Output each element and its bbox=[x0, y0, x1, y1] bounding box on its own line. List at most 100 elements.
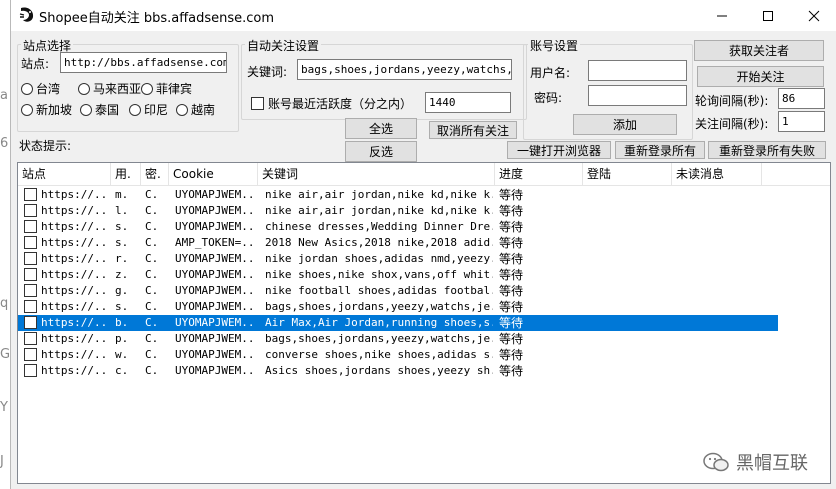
cell-pwd: C. bbox=[145, 188, 159, 201]
cell-pwd: C. bbox=[145, 316, 159, 329]
row-checkbox[interactable] bbox=[24, 364, 37, 377]
column-header-cookie[interactable]: Cookie bbox=[169, 163, 258, 186]
column-header-site[interactable]: 站点 bbox=[18, 163, 111, 186]
activity-input[interactable]: 1440 bbox=[425, 92, 511, 113]
follow-interval-input[interactable]: 1 bbox=[778, 111, 825, 132]
account-list[interactable]: 站点 用. 密. Cookie 关键词 进度 登陆 未读消息 https://.… bbox=[17, 162, 831, 484]
row-checkbox[interactable] bbox=[24, 188, 37, 201]
relogin-all-button[interactable]: 重新登录所有 bbox=[615, 141, 705, 159]
table-row[interactable]: https://... m. C. UYOMAPJWEM... nike air,air… bbox=[18, 187, 778, 203]
background-char: 6 bbox=[0, 136, 9, 151]
row-checkbox[interactable] bbox=[24, 220, 37, 233]
cell-keywords: Asics shoes,jordans shoes,yeezy sh... bbox=[265, 364, 493, 377]
cell-cookie: UYOMAPJWEM... bbox=[175, 348, 255, 361]
table-row[interactable]: https://... s. C. UYOMAPJWEM... chinese dres… bbox=[18, 219, 778, 235]
column-header-progress[interactable]: 进度 bbox=[495, 163, 583, 186]
cancel-all-follow-button[interactable]: 取消所有关注 bbox=[429, 121, 517, 139]
cell-site: https://... bbox=[41, 236, 109, 249]
add-account-button[interactable]: 添加 bbox=[573, 114, 677, 135]
radio-label: 台湾 bbox=[36, 82, 61, 96]
cell-keywords: bags,shoes,jordans,yeezy,watchs,je... bbox=[265, 332, 493, 345]
password-label: 密码: bbox=[534, 91, 563, 105]
radio-singapore[interactable]: 新加坡 bbox=[21, 101, 72, 118]
cell-pwd: C. bbox=[145, 300, 159, 313]
cell-cookie: UYOMAPJWEM... bbox=[175, 220, 255, 233]
poll-interval-label: 轮询间隔(秒): bbox=[695, 94, 769, 108]
activity-checkbox[interactable]: 账号最近活跃度（分之内） bbox=[251, 95, 412, 112]
table-row[interactable]: https://... w. C. UYOMAPJWEM... converse sho… bbox=[18, 347, 778, 363]
cell-progress: 等待 bbox=[499, 284, 524, 298]
cell-progress: 等待 bbox=[499, 364, 524, 378]
row-checkbox[interactable] bbox=[24, 348, 37, 361]
start-follow-button[interactable]: 开始关注 bbox=[697, 66, 824, 87]
radio-vietnam[interactable]: 越南 bbox=[176, 101, 215, 118]
title-bar[interactable]: Shopee自动关注 bbs.affadsense.com bbox=[11, 0, 836, 31]
maximize-icon bbox=[763, 10, 773, 21]
row-checkbox[interactable] bbox=[24, 204, 37, 217]
column-header-login[interactable]: 登陆 bbox=[583, 163, 672, 186]
minimize-button[interactable] bbox=[699, 0, 745, 31]
cell-user: s. bbox=[115, 220, 129, 233]
cell-cookie: UYOMAPJWEM... bbox=[175, 364, 255, 377]
cell-site: https://... bbox=[41, 348, 109, 361]
keyword-input[interactable]: bags,shoes,jordans,yeezy,watchs,jer bbox=[297, 59, 512, 80]
background-char: q bbox=[0, 296, 9, 311]
cell-progress: 等待 bbox=[499, 348, 524, 362]
table-row[interactable]: https://... c. C. UYOMAPJWEM... Asics shoes,… bbox=[18, 363, 778, 379]
row-checkbox[interactable] bbox=[24, 316, 37, 329]
table-row[interactable]: https://... l. C. UYOMAPJWEM... nike air,air… bbox=[18, 203, 778, 219]
column-header-keywords[interactable]: 关键词 bbox=[258, 163, 495, 186]
row-checkbox[interactable] bbox=[24, 332, 37, 345]
table-row[interactable]: https://... z. C. UYOMAPJWEM... nike shoes,n… bbox=[18, 267, 778, 283]
cell-progress: 等待 bbox=[499, 252, 524, 266]
column-header-user[interactable]: 用. bbox=[111, 163, 141, 186]
invert-selection-button[interactable]: 反选 bbox=[345, 141, 417, 162]
close-button[interactable] bbox=[791, 0, 836, 31]
radio-circle bbox=[129, 103, 141, 116]
radio-philippines[interactable]: 菲律宾 bbox=[141, 80, 192, 97]
radio-indonesia[interactable]: 印尼 bbox=[129, 101, 168, 118]
radio-circle bbox=[78, 82, 90, 95]
username-label: 用户名: bbox=[530, 66, 571, 80]
column-header-unread[interactable]: 未读消息 bbox=[672, 163, 762, 186]
table-row[interactable]: https://... s. C. AMP_TOKEN=... 2018 New Asi… bbox=[18, 235, 778, 251]
maximize-button[interactable] bbox=[745, 0, 791, 31]
relogin-failed-button[interactable]: 重新登录所有失败 bbox=[708, 141, 826, 159]
select-all-button[interactable]: 全选 bbox=[345, 118, 417, 139]
radio-taiwan[interactable]: 台湾 bbox=[21, 80, 60, 97]
window-title: Shopee自动关注 bbs.affadsense.com bbox=[39, 11, 275, 26]
cell-cookie: UYOMAPJWEM... bbox=[175, 252, 255, 265]
cell-user: r. bbox=[115, 252, 129, 265]
row-checkbox[interactable] bbox=[24, 252, 37, 265]
wechat-icon bbox=[703, 452, 729, 472]
site-input[interactable]: http://bbs.affadsense.com bbox=[60, 52, 227, 73]
shrimp-icon bbox=[17, 5, 37, 25]
cell-user: p. bbox=[115, 332, 129, 345]
row-checkbox[interactable] bbox=[24, 236, 37, 249]
row-checkbox[interactable] bbox=[24, 284, 37, 297]
table-row[interactable]: https://... r. C. UYOMAPJWEM... nike jordan … bbox=[18, 251, 778, 267]
get-followers-button[interactable]: 获取关注者 bbox=[694, 40, 824, 61]
table-row[interactable]: https://... p. C. UYOMAPJWEM... bags,shoes,j… bbox=[18, 331, 778, 347]
watermark-text: 黑帽互联 bbox=[736, 453, 808, 474]
column-header-password[interactable]: 密. bbox=[141, 163, 169, 186]
open-browser-button[interactable]: 一键打开浏览器 bbox=[507, 141, 611, 159]
watermark: 黑帽互联 bbox=[702, 449, 808, 475]
cell-progress: 等待 bbox=[499, 300, 524, 314]
cell-pwd: C. bbox=[145, 364, 159, 377]
password-input[interactable] bbox=[588, 85, 687, 106]
poll-interval-input[interactable]: 86 bbox=[778, 88, 825, 109]
row-checkbox[interactable] bbox=[24, 300, 37, 313]
cell-pwd: C. bbox=[145, 268, 159, 281]
table-row[interactable]: https://... g. C. UYOMAPJWEM... nike footbal… bbox=[18, 283, 778, 299]
row-checkbox[interactable] bbox=[24, 268, 37, 281]
username-input[interactable] bbox=[588, 60, 687, 81]
cell-site: https://... bbox=[41, 204, 109, 217]
table-row[interactable]: https://... b. C. UYOMAPJWEM... Air Max,Air … bbox=[18, 315, 778, 331]
radio-label: 印尼 bbox=[144, 103, 169, 117]
table-row[interactable]: https://... s. C. UYOMAPJWEM... bags,shoes,j… bbox=[18, 299, 778, 315]
radio-thailand[interactable]: 泰国 bbox=[80, 101, 119, 118]
background-char: a bbox=[0, 88, 8, 103]
cell-cookie: UYOMAPJWEM... bbox=[175, 268, 255, 281]
radio-malaysia[interactable]: 马来西亚 bbox=[78, 80, 141, 97]
